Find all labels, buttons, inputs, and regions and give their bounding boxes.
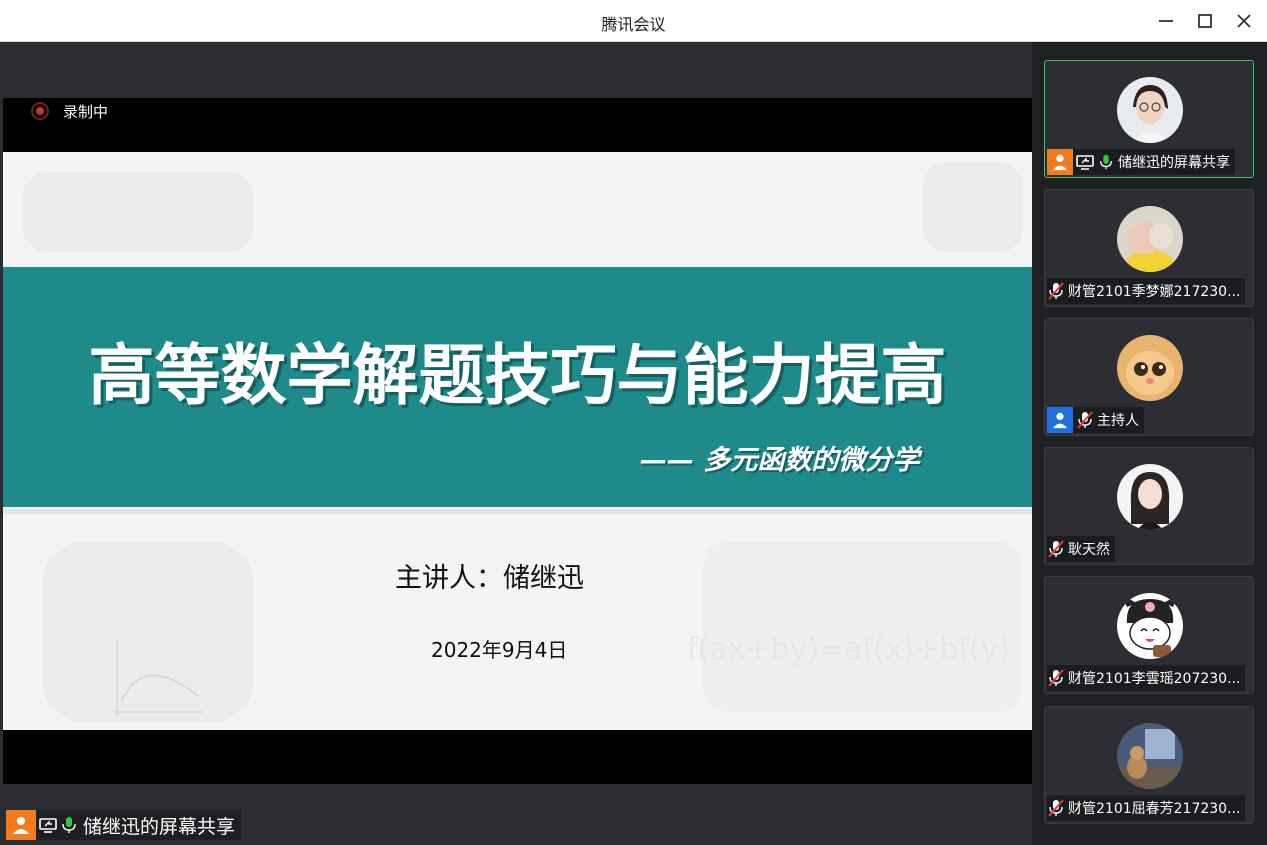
participant-nametag: 主持人 [1047,407,1144,433]
slide-decor [703,542,1023,712]
participant-name: 耿天然 [1068,542,1110,558]
shared-screen-view[interactable]: 录制中 高等数学解题技巧与能力提高 —— 多元函数的微分学 主讲人：储继迅 20… [3,42,1032,842]
participant-tile[interactable]: 主持人 [1044,318,1254,436]
mic-muted-icon [1076,411,1094,429]
presentation-slide: 高等数学解题技巧与能力提高 —— 多元函数的微分学 主讲人：储继迅 2022年9… [3,152,1032,730]
participant-nametag: 耿天然 [1047,536,1115,562]
slide-date: 2022年9月4日 [431,638,568,662]
slide-title: 高等数学解题技巧与能力提高 [88,337,947,414]
recording-label: 录制中 [63,102,109,121]
band-divider [3,509,1032,514]
participant-name: 主持人 [1097,413,1139,429]
participant-tile[interactable]: 财管2101季梦娜217230... [1044,189,1254,307]
letterbox-bottom [3,730,1032,784]
chart-sketch-icon [113,640,203,716]
slide-decor [23,172,253,252]
participant-tile[interactable]: 财管2101屈春芳217230... [1044,706,1254,824]
mic-on-icon [60,816,78,834]
close-icon [1237,14,1251,28]
kuromi-avatar [1117,593,1183,659]
minimize-icon [1159,20,1173,22]
screen-share-icon [1076,153,1094,171]
participant-nametag: 财管2101李雲瑶207230... [1047,665,1246,691]
close-button[interactable] [1233,10,1255,32]
participant-name: 财管2101李雲瑶207230... [1068,671,1241,687]
participant-tile[interactable]: 耿天然 [1044,447,1254,565]
record-icon [31,102,49,120]
participant-list[interactable]: 储继迅的屏幕共享 财管2101季梦娜217230... 主持人 耿天然 财管21… [1032,42,1267,845]
participant-nametag: 储继迅的屏幕共享 [1047,149,1235,175]
mic-muted-icon [1047,669,1065,687]
mic-muted-icon [1047,540,1065,558]
slide-decor [923,162,1023,252]
slide-presenter: 主讲人：储继迅 [395,563,584,594]
title-bar: 腾讯会议 [0,0,1267,42]
sharer-label: 储继迅的屏幕共享 [83,815,236,838]
person-icon [1047,149,1073,175]
woman-glasses-avatar [1117,77,1183,143]
mic-muted-icon [1047,799,1065,817]
maximize-icon [1198,14,1212,28]
participant-tile[interactable]: 财管2101李雲瑶207230... [1044,576,1254,694]
anime-girl-avatar [1117,464,1183,530]
slide-subtitle: —— 多元函数的微分学 [640,445,920,476]
recording-indicator: 录制中 [31,101,108,121]
plush-toy-avatar [1117,206,1183,272]
maximize-button[interactable] [1194,10,1216,32]
participant-tile[interactable]: 储继迅的屏幕共享 [1044,60,1254,178]
screen-share-icon [39,816,57,834]
person-icon [6,810,36,840]
letterbox-top [3,98,1032,152]
participant-name: 财管2101屈春芳217230... [1068,801,1241,817]
participant-nametag: 财管2101屈春芳217230... [1047,795,1246,821]
participant-nametag: 财管2101季梦娜217230... [1047,278,1246,304]
minimize-button[interactable] [1155,10,1177,32]
room-scene-avatar [1117,723,1183,789]
participant-name: 储继迅的屏幕共享 [1118,155,1230,171]
mic-on-icon [1097,153,1115,171]
participant-name: 财管2101季梦娜217230... [1068,284,1241,300]
mic-muted-icon [1047,282,1065,300]
cat-avatar [1117,335,1183,401]
window-title: 腾讯会议 [601,15,666,34]
host-person-icon [1047,407,1073,433]
slide-formula-watermark: f(ax+by)=af(x)+bf(y) [687,632,1011,667]
sharer-tag: 储继迅的屏幕共享 [6,810,242,840]
